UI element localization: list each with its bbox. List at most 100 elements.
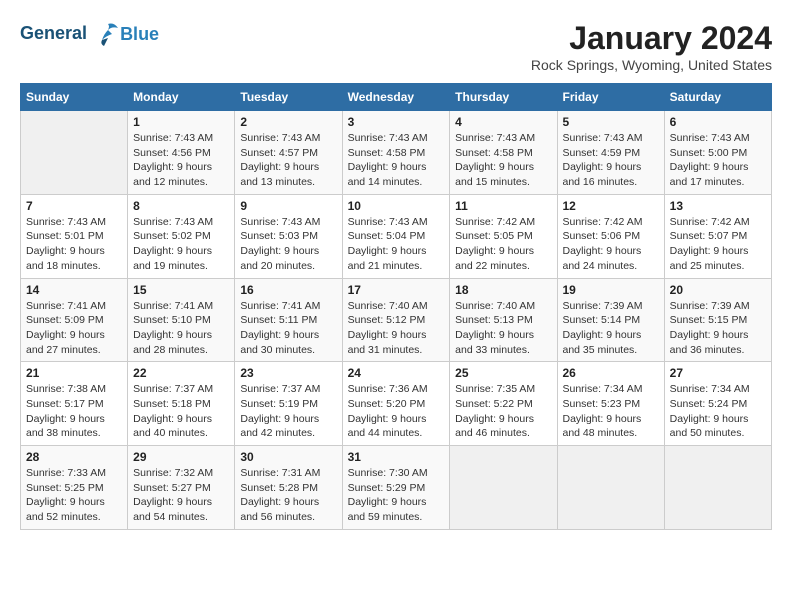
calendar-cell: 1 Sunrise: 7:43 AM Sunset: 4:56 PM Daylig…	[128, 111, 235, 195]
day-info: Sunrise: 7:43 AM Sunset: 4:57 PM Dayligh…	[240, 131, 336, 190]
day-number: 12	[563, 199, 659, 213]
calendar-week-row: 14 Sunrise: 7:41 AM Sunset: 5:09 PM Dayli…	[21, 278, 772, 362]
calendar-cell: 30 Sunrise: 7:31 AM Sunset: 5:28 PM Dayli…	[235, 446, 342, 530]
day-info: Sunrise: 7:40 AM Sunset: 5:13 PM Dayligh…	[455, 299, 551, 358]
day-info: Sunrise: 7:37 AM Sunset: 5:19 PM Dayligh…	[240, 382, 336, 441]
day-number: 2	[240, 115, 336, 129]
day-number: 30	[240, 450, 336, 464]
calendar-cell: 21 Sunrise: 7:38 AM Sunset: 5:17 PM Dayli…	[21, 362, 128, 446]
calendar-cell: 9 Sunrise: 7:43 AM Sunset: 5:03 PM Daylig…	[235, 194, 342, 278]
day-info: Sunrise: 7:43 AM Sunset: 5:02 PM Dayligh…	[133, 215, 229, 274]
day-info: Sunrise: 7:43 AM Sunset: 4:56 PM Dayligh…	[133, 131, 229, 190]
day-info: Sunrise: 7:37 AM Sunset: 5:18 PM Dayligh…	[133, 382, 229, 441]
calendar-cell	[664, 446, 771, 530]
day-info: Sunrise: 7:32 AM Sunset: 5:27 PM Dayligh…	[133, 466, 229, 525]
calendar-cell: 6Sunrise: 7:43 AM Sunset: 5:00 PM Daylig…	[664, 111, 771, 195]
calendar-cell: 31Sunrise: 7:30 AM Sunset: 5:29 PM Dayli…	[342, 446, 450, 530]
calendar-cell: 15 Sunrise: 7:41 AM Sunset: 5:10 PM Dayli…	[128, 278, 235, 362]
day-number: 14	[26, 283, 122, 297]
day-number: 17	[348, 283, 445, 297]
day-info: Sunrise: 7:33 AM Sunset: 5:25 PM Dayligh…	[26, 466, 122, 525]
day-number: 21	[26, 366, 122, 380]
day-info: Sunrise: 7:31 AM Sunset: 5:28 PM Dayligh…	[240, 466, 336, 525]
location-subtitle: Rock Springs, Wyoming, United States	[531, 57, 772, 73]
calendar-cell	[450, 446, 557, 530]
calendar-cell: 22 Sunrise: 7:37 AM Sunset: 5:18 PM Dayli…	[128, 362, 235, 446]
calendar-cell: 5 Sunrise: 7:43 AM Sunset: 4:59 PM Daylig…	[557, 111, 664, 195]
day-info: Sunrise: 7:42 AM Sunset: 5:07 PM Dayligh…	[670, 215, 766, 274]
day-number: 22	[133, 366, 229, 380]
calendar-cell: 17Sunrise: 7:40 AM Sunset: 5:12 PM Dayli…	[342, 278, 450, 362]
logo-text: General	[20, 20, 122, 48]
day-info: Sunrise: 7:34 AM Sunset: 5:24 PM Dayligh…	[670, 382, 766, 441]
day-info: Sunrise: 7:42 AM Sunset: 5:06 PM Dayligh…	[563, 215, 659, 274]
day-info: Sunrise: 7:43 AM Sunset: 4:58 PM Dayligh…	[348, 131, 445, 190]
day-number: 18	[455, 283, 551, 297]
day-of-week-header: Thursday	[450, 84, 557, 111]
day-of-week-header: Monday	[128, 84, 235, 111]
day-of-week-header: Tuesday	[235, 84, 342, 111]
calendar-cell: 8 Sunrise: 7:43 AM Sunset: 5:02 PM Daylig…	[128, 194, 235, 278]
day-info: Sunrise: 7:41 AM Sunset: 5:11 PM Dayligh…	[240, 299, 336, 358]
day-of-week-header: Saturday	[664, 84, 771, 111]
day-number: 7	[26, 199, 122, 213]
day-number: 9	[240, 199, 336, 213]
title-block: January 2024 Rock Springs, Wyoming, Unit…	[531, 20, 772, 73]
calendar-cell: 2 Sunrise: 7:43 AM Sunset: 4:57 PM Daylig…	[235, 111, 342, 195]
calendar-cell: 18 Sunrise: 7:40 AM Sunset: 5:13 PM Dayli…	[450, 278, 557, 362]
day-info: Sunrise: 7:38 AM Sunset: 5:17 PM Dayligh…	[26, 382, 122, 441]
day-number: 5	[563, 115, 659, 129]
calendar-cell: 12 Sunrise: 7:42 AM Sunset: 5:06 PM Dayli…	[557, 194, 664, 278]
day-number: 25	[455, 366, 551, 380]
day-info: Sunrise: 7:41 AM Sunset: 5:10 PM Dayligh…	[133, 299, 229, 358]
day-info: Sunrise: 7:39 AM Sunset: 5:15 PM Dayligh…	[670, 299, 766, 358]
calendar-cell: 29 Sunrise: 7:32 AM Sunset: 5:27 PM Dayli…	[128, 446, 235, 530]
calendar-week-row: 21 Sunrise: 7:38 AM Sunset: 5:17 PM Dayli…	[21, 362, 772, 446]
calendar-cell: 25 Sunrise: 7:35 AM Sunset: 5:22 PM Dayli…	[450, 362, 557, 446]
day-number: 11	[455, 199, 551, 213]
day-info: Sunrise: 7:39 AM Sunset: 5:14 PM Dayligh…	[563, 299, 659, 358]
day-number: 4	[455, 115, 551, 129]
month-year-title: January 2024	[531, 20, 772, 57]
calendar-cell: 26 Sunrise: 7:34 AM Sunset: 5:23 PM Dayli…	[557, 362, 664, 446]
calendar-body: 1 Sunrise: 7:43 AM Sunset: 4:56 PM Daylig…	[21, 111, 772, 530]
day-number: 13	[670, 199, 766, 213]
calendar-cell: 27 Sunrise: 7:34 AM Sunset: 5:24 PM Dayli…	[664, 362, 771, 446]
calendar-cell: 20 Sunrise: 7:39 AM Sunset: 5:15 PM Dayli…	[664, 278, 771, 362]
calendar-cell: 10 Sunrise: 7:43 AM Sunset: 5:04 PM Dayli…	[342, 194, 450, 278]
day-info: Sunrise: 7:41 AM Sunset: 5:09 PM Dayligh…	[26, 299, 122, 358]
day-of-week-header: Wednesday	[342, 84, 450, 111]
calendar-cell: 7Sunrise: 7:43 AM Sunset: 5:01 PM Daylig…	[21, 194, 128, 278]
calendar-cell: 4 Sunrise: 7:43 AM Sunset: 4:58 PM Daylig…	[450, 111, 557, 195]
day-info: Sunrise: 7:35 AM Sunset: 5:22 PM Dayligh…	[455, 382, 551, 441]
day-info: Sunrise: 7:43 AM Sunset: 5:03 PM Dayligh…	[240, 215, 336, 274]
logo: General Blue	[20, 20, 159, 48]
calendar-cell	[557, 446, 664, 530]
day-number: 3	[348, 115, 445, 129]
calendar-table: SundayMondayTuesdayWednesdayThursdayFrid…	[20, 83, 772, 530]
day-of-week-header: Friday	[557, 84, 664, 111]
day-number: 29	[133, 450, 229, 464]
day-number: 31	[348, 450, 445, 464]
day-number: 1	[133, 115, 229, 129]
day-info: Sunrise: 7:43 AM Sunset: 5:00 PM Dayligh…	[670, 131, 766, 190]
day-info: Sunrise: 7:43 AM Sunset: 4:58 PM Dayligh…	[455, 131, 551, 190]
page-header: General Blue January 2024 Rock Springs, …	[20, 20, 772, 73]
calendar-cell: 13 Sunrise: 7:42 AM Sunset: 5:07 PM Dayli…	[664, 194, 771, 278]
calendar-cell: 28Sunrise: 7:33 AM Sunset: 5:25 PM Dayli…	[21, 446, 128, 530]
day-info: Sunrise: 7:43 AM Sunset: 4:59 PM Dayligh…	[563, 131, 659, 190]
day-number: 15	[133, 283, 229, 297]
day-number: 10	[348, 199, 445, 213]
calendar-cell: 16 Sunrise: 7:41 AM Sunset: 5:11 PM Dayli…	[235, 278, 342, 362]
day-number: 27	[670, 366, 766, 380]
day-info: Sunrise: 7:36 AM Sunset: 5:20 PM Dayligh…	[348, 382, 445, 441]
day-info: Sunrise: 7:34 AM Sunset: 5:23 PM Dayligh…	[563, 382, 659, 441]
day-of-week-header: Sunday	[21, 84, 128, 111]
day-number: 8	[133, 199, 229, 213]
day-info: Sunrise: 7:43 AM Sunset: 5:04 PM Dayligh…	[348, 215, 445, 274]
calendar-cell: 23Sunrise: 7:37 AM Sunset: 5:19 PM Dayli…	[235, 362, 342, 446]
day-number: 26	[563, 366, 659, 380]
day-number: 20	[670, 283, 766, 297]
day-number: 16	[240, 283, 336, 297]
calendar-cell: 24Sunrise: 7:36 AM Sunset: 5:20 PM Dayli…	[342, 362, 450, 446]
